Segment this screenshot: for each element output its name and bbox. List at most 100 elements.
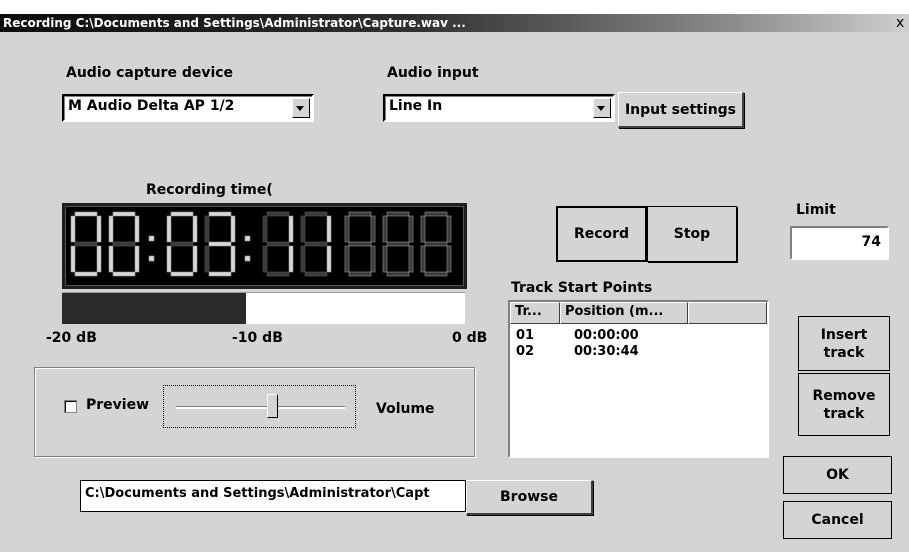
led-digit-x2-seg-d	[386, 271, 410, 277]
track-list[interactable]: Tr... Position (m... 01 00:00:00 02 00:3…	[508, 300, 769, 458]
stop-button[interactable]: Stop	[647, 206, 737, 262]
led-digit-5-seg-f	[300, 215, 306, 243]
led-digit-5-seg-g	[304, 241, 328, 247]
title-bar: Recording C:\Documents and Settings\Admi…	[0, 14, 909, 32]
led-colon-0-bottom	[148, 255, 155, 262]
led-digit-x1-seg-f	[344, 215, 350, 243]
led-digit-2-seg-b	[192, 215, 198, 243]
led-digit-1-seg-g	[112, 241, 136, 247]
led-digit-4-seg-g	[266, 241, 290, 247]
led-digit-1-seg-a	[112, 211, 136, 217]
led-digit-4-seg-d	[266, 271, 290, 277]
led-digit-1-seg-e	[108, 245, 114, 273]
input-settings-button[interactable]: Input settings	[618, 92, 744, 128]
browse-button[interactable]: Browse	[466, 480, 593, 515]
track-start-points-label: Track Start Points	[511, 280, 653, 296]
led-colon-0-top	[148, 235, 155, 242]
led-digit-x2-seg-a	[386, 211, 410, 217]
led-digit-1-seg-d	[112, 271, 136, 277]
meter-label-min: -20 dB	[46, 330, 97, 346]
led-digit-x3-seg-b	[446, 215, 452, 243]
capture-device-select[interactable]: M Audio Delta AP 1/2	[62, 94, 314, 122]
led-digit-x1-seg-b	[370, 215, 376, 243]
led-digit-2-seg-a	[170, 211, 194, 217]
chevron-down-icon[interactable]	[593, 98, 611, 118]
led-digit-5-seg-b	[326, 215, 332, 243]
led-digit-0-seg-g	[74, 241, 98, 247]
led-digit-x2-seg-g	[386, 241, 410, 247]
led-digit-4-seg-a	[266, 211, 290, 217]
led-digit-x1-seg-d	[348, 271, 372, 277]
level-meter	[62, 292, 465, 324]
led-digit-x2-seg-c	[408, 245, 414, 273]
meter-label-max: 0 dB	[452, 330, 488, 346]
recording-time-label: Recording time(	[146, 182, 273, 198]
led-digit-2-seg-f	[166, 215, 172, 243]
track-row-2-position[interactable]: 00:30:44	[574, 344, 639, 359]
led-digit-5-seg-d	[304, 271, 328, 277]
led-colon-1-top	[244, 235, 251, 242]
output-path-field[interactable]: C:\Documents and Settings\Administrator\…	[80, 480, 466, 512]
volume-slider-thumb[interactable]	[267, 394, 279, 418]
audio-input-label: Audio input	[387, 65, 479, 81]
remove-track-button[interactable]: Remove track	[798, 373, 890, 436]
preview-checkbox[interactable]	[64, 400, 77, 413]
capture-device-value: M Audio Delta AP 1/2	[68, 98, 235, 114]
track-row-1-position[interactable]: 00:00:00	[574, 328, 639, 343]
cancel-button[interactable]: Cancel	[783, 501, 892, 539]
led-digit-5-seg-c	[326, 245, 332, 273]
output-path-value: C:\Documents and Settings\Administrator\…	[81, 481, 465, 511]
led-digit-1-seg-c	[134, 245, 140, 273]
led-digit-x3-seg-f	[420, 215, 426, 243]
remove-track-label: Remove track	[812, 387, 876, 422]
column-header-track[interactable]: Tr...	[510, 302, 560, 324]
led-digit-3-seg-c	[230, 245, 236, 273]
audio-input-select[interactable]: Line In	[383, 94, 615, 122]
led-digit-5-seg-e	[300, 245, 306, 273]
insert-track-label: Insert track	[820, 326, 868, 361]
led-digits	[70, 211, 452, 277]
capture-device-label: Audio capture device	[66, 65, 234, 81]
recording-time-display	[62, 203, 467, 289]
led-digit-3-seg-f	[204, 215, 210, 243]
led-digit-0-seg-b	[96, 215, 102, 243]
led-digit-4-seg-f	[262, 215, 268, 243]
meter-label-mid: -10 dB	[232, 330, 283, 346]
led-digit-2-seg-d	[170, 271, 194, 277]
column-header-position[interactable]: Position (m...	[560, 302, 688, 324]
led-digit-x2-seg-b	[408, 215, 414, 243]
limit-field[interactable]: 74	[790, 226, 889, 260]
preview-label: Preview	[86, 397, 150, 413]
led-digit-4-seg-e	[262, 245, 268, 273]
led-digit-4-seg-c	[288, 245, 294, 273]
led-digit-x3-seg-g	[424, 241, 448, 247]
led-digit-0-seg-e	[70, 245, 76, 273]
led-digit-3-seg-a	[208, 211, 232, 217]
led-digit-x2-seg-e	[382, 245, 388, 273]
ok-button[interactable]: OK	[783, 456, 892, 494]
limit-label: Limit	[796, 202, 836, 218]
led-digit-x2-seg-f	[382, 215, 388, 243]
insert-track-button[interactable]: Insert track	[798, 316, 890, 371]
led-digit-0-seg-d	[74, 271, 98, 277]
led-digit-x1-seg-a	[348, 211, 372, 217]
track-row-2-track[interactable]: 02	[516, 344, 534, 359]
track-row-1-track[interactable]: 01	[516, 328, 534, 343]
column-header-empty	[688, 302, 767, 324]
led-digit-1-seg-b	[134, 215, 140, 243]
led-digit-x1-seg-e	[344, 245, 350, 273]
level-meter-fill	[62, 293, 247, 324]
led-digit-1-seg-f	[108, 215, 114, 243]
led-digit-x1-seg-c	[370, 245, 376, 273]
close-icon[interactable]: x	[896, 15, 909, 31]
audio-input-value: Line In	[389, 98, 443, 114]
led-digit-3-seg-g	[208, 241, 232, 247]
led-digit-x1-seg-g	[348, 241, 372, 247]
led-digit-4-seg-b	[288, 215, 294, 243]
record-button[interactable]: Record	[556, 206, 647, 262]
chevron-down-icon[interactable]	[292, 98, 310, 118]
volume-label: Volume	[376, 401, 435, 417]
volume-slider[interactable]	[163, 385, 356, 428]
led-digit-2-seg-g	[170, 241, 194, 247]
led-digit-3-seg-e	[204, 245, 210, 273]
